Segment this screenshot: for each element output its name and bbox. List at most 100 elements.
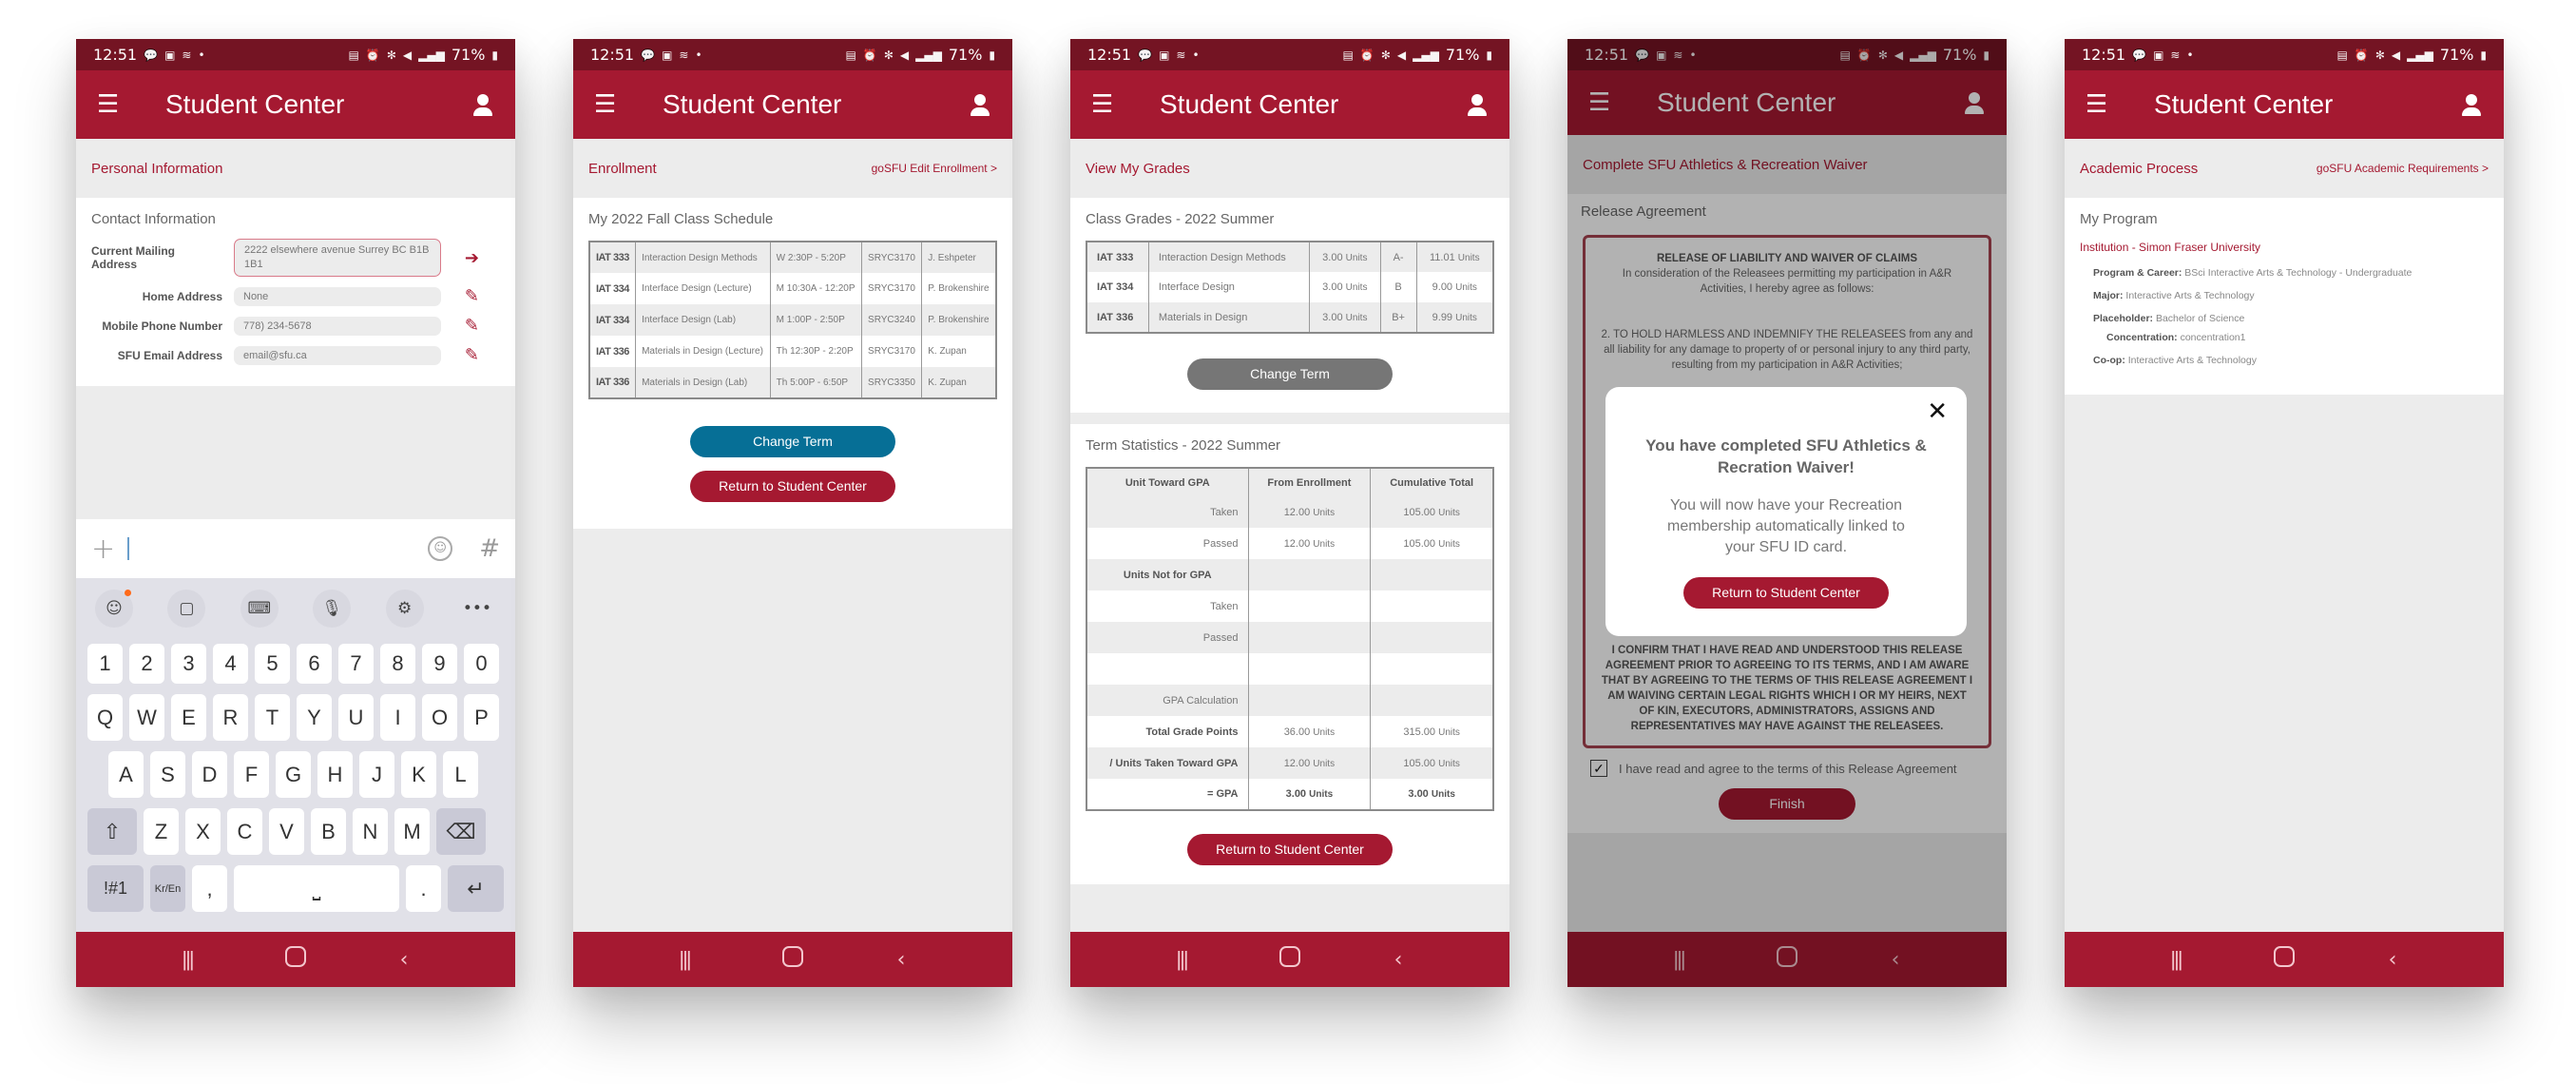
key[interactable]: E xyxy=(171,694,206,741)
key[interactable]: H xyxy=(317,751,353,798)
key[interactable]: Y xyxy=(297,694,332,741)
schedule-row[interactable]: IAT 334 Interface Design (Lecture) M 10:30… xyxy=(589,273,996,304)
key[interactable]: I xyxy=(380,694,415,741)
key[interactable]: K xyxy=(401,751,436,798)
key[interactable]: A xyxy=(108,751,144,798)
pencil-icon[interactable]: ✎ xyxy=(441,316,479,336)
language-key[interactable]: Kr/En xyxy=(150,865,185,912)
key[interactable]: R xyxy=(213,694,248,741)
recents-icon[interactable]: ||| xyxy=(1163,947,1201,972)
back-icon[interactable]: ‹ xyxy=(2374,948,2412,972)
pencil-icon[interactable]: ✎ xyxy=(441,286,479,306)
key[interactable]: J xyxy=(359,751,394,798)
key[interactable]: F xyxy=(234,751,269,798)
settings-gear-icon[interactable]: ⚙ xyxy=(385,590,424,628)
key[interactable]: O xyxy=(422,694,457,741)
user-profile-icon[interactable] xyxy=(471,93,494,116)
back-icon[interactable]: ‹ xyxy=(882,948,920,972)
mobile-phone-field[interactable]: 778) 234-5678 xyxy=(234,316,441,336)
recents-icon[interactable]: ||| xyxy=(168,947,206,972)
key[interactable]: 7 xyxy=(338,644,374,684)
home-icon[interactable] xyxy=(774,946,812,973)
text-cursor[interactable] xyxy=(127,537,129,560)
schedule-row[interactable]: IAT 334 Interface Design (Lab) M 1:00P - 2… xyxy=(589,304,996,336)
back-icon[interactable]: ‹ xyxy=(385,948,423,972)
schedule-row[interactable]: IAT 333 Interaction Design Methods W 2:30P… xyxy=(589,242,996,273)
change-term-button[interactable]: Change Term xyxy=(690,426,895,457)
user-profile-icon[interactable] xyxy=(1466,93,1489,116)
more-icon[interactable]: ••• xyxy=(458,590,496,628)
key[interactable]: 1 xyxy=(87,644,123,684)
change-term-button[interactable]: Change Term xyxy=(1187,358,1393,390)
period-key[interactable]: . xyxy=(406,865,441,912)
key[interactable]: M xyxy=(394,808,430,855)
grade-row[interactable]: IAT 333 Interaction Design Methods 3.00 Un… xyxy=(1086,242,1493,272)
key[interactable]: 5 xyxy=(255,644,290,684)
email-field[interactable]: email@sfu.ca xyxy=(234,345,441,365)
arrow-right-icon[interactable]: ➔ xyxy=(441,248,479,268)
key[interactable]: 8 xyxy=(380,644,415,684)
key[interactable]: 9 xyxy=(422,644,457,684)
return-to-student-center-button[interactable]: Return to Student Center xyxy=(690,471,895,502)
home-address-field[interactable]: None xyxy=(234,286,441,306)
recents-icon[interactable]: ||| xyxy=(665,947,703,972)
key[interactable]: N xyxy=(353,808,388,855)
key[interactable]: T xyxy=(255,694,290,741)
key[interactable]: Z xyxy=(144,808,179,855)
user-profile-icon[interactable] xyxy=(2460,93,2483,116)
backspace-key[interactable]: ⌫ xyxy=(436,808,486,855)
key[interactable]: D xyxy=(192,751,227,798)
symbols-key[interactable]: !#1 xyxy=(87,865,144,912)
schedule-row[interactable]: IAT 336 Materials in Design (Lab) Th 5:00P… xyxy=(589,367,996,398)
hamburger-menu-icon[interactable]: ☰ xyxy=(97,92,131,117)
user-profile-icon[interactable] xyxy=(969,93,991,116)
microphone-icon[interactable]: 🎙 xyxy=(313,590,352,628)
academic-requirements-link[interactable]: goSFU Academic Requirements > xyxy=(2316,162,2489,175)
clipboard-icon[interactable]: ▢ xyxy=(167,590,206,628)
comma-key[interactable]: , xyxy=(192,865,227,912)
pencil-icon[interactable]: ✎ xyxy=(441,345,479,365)
edit-enrollment-link[interactable]: goSFU Edit Enrollment > xyxy=(872,162,997,175)
grade-row[interactable]: IAT 336 Materials in Design 3.00 Units B+ 9.… xyxy=(1086,302,1493,333)
key[interactable]: 6 xyxy=(297,644,332,684)
key[interactable]: P xyxy=(464,694,499,741)
hash-icon[interactable]: # xyxy=(479,534,500,563)
key[interactable]: C xyxy=(227,808,262,855)
key[interactable]: V xyxy=(269,808,304,855)
key[interactable]: W xyxy=(129,694,164,741)
institution-link[interactable]: Institution - Simon Fraser University xyxy=(2080,241,2489,254)
key[interactable]: Q xyxy=(87,694,123,741)
key[interactable]: 2 xyxy=(129,644,164,684)
key[interactable]: 0 xyxy=(464,644,499,684)
close-icon[interactable]: ✕ xyxy=(1927,397,1948,426)
enter-key[interactable]: ↵ xyxy=(448,865,504,912)
schedule-row[interactable]: IAT 336 Materials in Design (Lecture) Th 1… xyxy=(589,336,996,367)
key[interactable]: B xyxy=(311,808,346,855)
back-icon[interactable]: ‹ xyxy=(1379,948,1417,972)
grade-row[interactable]: IAT 334 Interface Design 3.00 Units B 9.00 U… xyxy=(1086,272,1493,302)
hamburger-menu-icon[interactable]: ☰ xyxy=(594,92,628,117)
key[interactable]: 3 xyxy=(171,644,206,684)
mailing-address-field[interactable]: 2222 elsewhere avenue Surrey BC B1B 1B1 xyxy=(234,239,441,277)
return-to-student-center-button[interactable]: Return to Student Center xyxy=(1683,577,1889,609)
emoji-icon[interactable]: ☺ xyxy=(95,590,133,628)
home-icon[interactable] xyxy=(277,946,315,973)
key[interactable]: X xyxy=(185,808,221,855)
return-to-student-center-button[interactable]: Return to Student Center xyxy=(1187,834,1393,865)
key[interactable]: 4 xyxy=(213,644,248,684)
key[interactable]: G xyxy=(276,751,311,798)
recents-icon[interactable]: ||| xyxy=(2157,947,2195,972)
emoji-icon[interactable]: ☺ xyxy=(428,536,453,561)
plus-icon[interactable]: + xyxy=(91,532,120,566)
key[interactable]: U xyxy=(338,694,374,741)
row-label: Co-op: xyxy=(2093,355,2125,366)
hamburger-menu-icon[interactable]: ☰ xyxy=(2086,92,2120,117)
home-icon[interactable] xyxy=(1271,946,1309,973)
shift-key[interactable]: ⇧ xyxy=(87,808,137,855)
home-icon[interactable] xyxy=(2265,946,2303,973)
space-key[interactable]: ⎵ xyxy=(234,865,399,912)
keyboard-mode-icon[interactable]: ⌨ xyxy=(240,590,279,628)
key[interactable]: S xyxy=(150,751,185,798)
key[interactable]: L xyxy=(443,751,478,798)
hamburger-menu-icon[interactable]: ☰ xyxy=(1091,92,1125,117)
